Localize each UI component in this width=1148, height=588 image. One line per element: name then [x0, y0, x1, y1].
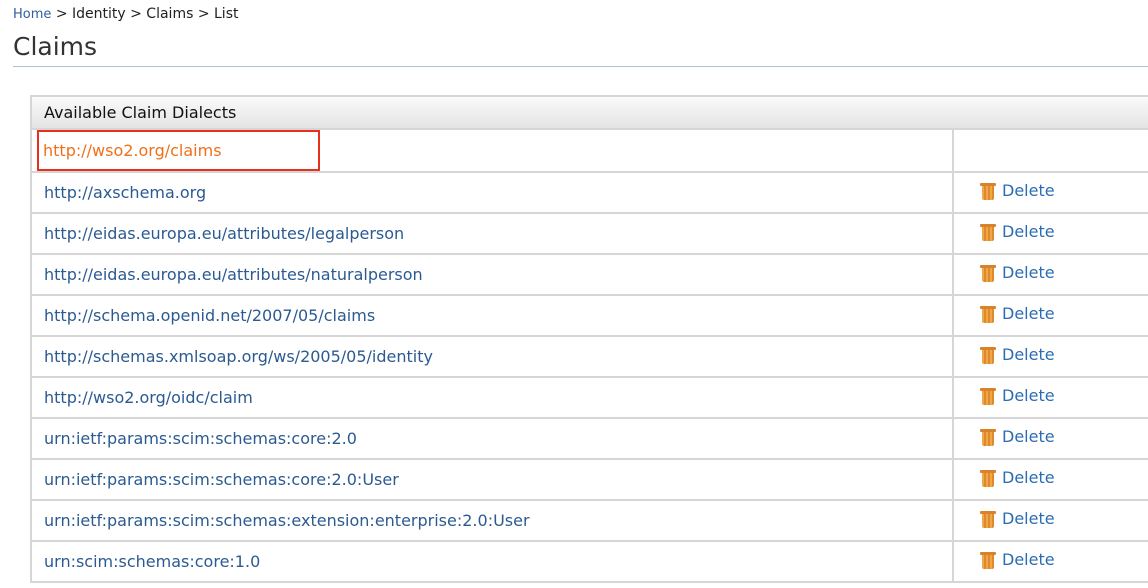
action-cell: Delete — [952, 171, 1148, 214]
table-row: urn:ietf:params:scim:schemas:core:2.0:Us… — [30, 458, 1148, 501]
delete-label: Delete — [1002, 550, 1055, 569]
dialect-cell: urn:ietf:params:scim:schemas:core:2.0 — [30, 417, 954, 460]
dialect-link[interactable]: http://eidas.europa.eu/attributes/natura… — [44, 265, 423, 284]
dialect-link[interactable]: urn:ietf:params:scim:schemas:core:2.0 — [44, 429, 357, 448]
trash-icon — [980, 263, 996, 283]
delete-button[interactable]: Delete — [980, 345, 1055, 365]
table-row: http://eidas.europa.eu/attributes/legalp… — [30, 212, 1148, 255]
dialect-link[interactable]: http://wso2.org/oidc/claim — [44, 388, 253, 407]
delete-label: Delete — [1002, 263, 1055, 282]
delete-button[interactable]: Delete — [980, 509, 1055, 529]
dialect-link[interactable]: http://wso2.org/claims — [43, 141, 222, 160]
dialect-cell: http://eidas.europa.eu/attributes/legalp… — [30, 212, 954, 255]
dialect-cell: urn:ietf:params:scim:schemas:extension:e… — [30, 499, 954, 542]
dialect-cell: http://wso2.org/claims — [30, 128, 954, 173]
page-title: Claims — [13, 32, 98, 61]
dialect-link[interactable]: http://schemas.xmlsoap.org/ws/2005/05/id… — [44, 347, 433, 366]
delete-button[interactable]: Delete — [980, 468, 1055, 488]
trash-icon — [980, 181, 996, 201]
trash-icon — [980, 509, 996, 529]
delete-label: Delete — [1002, 386, 1055, 405]
delete-button[interactable]: Delete — [980, 427, 1055, 447]
delete-label: Delete — [1002, 427, 1055, 446]
table-header: Available Claim Dialects — [30, 95, 1148, 130]
action-cell: Delete — [952, 376, 1148, 419]
delete-button[interactable]: Delete — [980, 304, 1055, 324]
dialect-link[interactable]: urn:ietf:params:scim:schemas:core:2.0:Us… — [44, 470, 399, 489]
dialect-link[interactable]: urn:ietf:params:scim:schemas:extension:e… — [44, 511, 530, 530]
table-row: urn:scim:schemas:core:1.0 Delete — [30, 540, 1148, 583]
delete-label: Delete — [1002, 509, 1055, 528]
delete-button[interactable]: Delete — [980, 550, 1055, 570]
delete-button[interactable]: Delete — [980, 386, 1055, 406]
dialect-cell: http://schemas.xmlsoap.org/ws/2005/05/id… — [30, 335, 954, 378]
trash-icon — [980, 222, 996, 242]
dialect-cell: urn:ietf:params:scim:schemas:core:2.0:Us… — [30, 458, 954, 501]
dialect-link[interactable]: http://eidas.europa.eu/attributes/legalp… — [44, 224, 404, 243]
dialect-cell: http://axschema.org — [30, 171, 954, 214]
delete-button[interactable]: Delete — [980, 222, 1055, 242]
delete-label: Delete — [1002, 468, 1055, 487]
trash-icon — [980, 550, 996, 570]
table-row: http://eidas.europa.eu/attributes/natura… — [30, 253, 1148, 296]
dialect-cell: http://wso2.org/oidc/claim — [30, 376, 954, 419]
action-cell: Delete — [952, 458, 1148, 501]
dialect-link[interactable]: http://axschema.org — [44, 183, 206, 202]
action-cell: Delete — [952, 253, 1148, 296]
table-row: http://axschema.org Delete — [30, 171, 1148, 214]
delete-label: Delete — [1002, 222, 1055, 241]
trash-icon — [980, 304, 996, 324]
table-row: urn:ietf:params:scim:schemas:extension:e… — [30, 499, 1148, 542]
trash-icon — [980, 386, 996, 406]
action-cell: Delete — [952, 212, 1148, 255]
trash-icon — [980, 468, 996, 488]
title-divider — [13, 66, 1148, 67]
action-cell: Delete — [952, 499, 1148, 542]
table-row: http://wso2.org/oidc/claim Delete — [30, 376, 1148, 419]
dialect-cell: http://eidas.europa.eu/attributes/natura… — [30, 253, 954, 296]
action-cell: Delete — [952, 335, 1148, 378]
delete-button[interactable]: Delete — [980, 263, 1055, 283]
table-row: http://schema.openid.net/2007/05/claims D… — [30, 294, 1148, 337]
highlight-box: http://wso2.org/claims — [37, 130, 320, 171]
breadcrumb-path: > Identity > Claims > List — [51, 6, 239, 22]
action-cell: Delete — [952, 294, 1148, 337]
dialect-link[interactable]: urn:scim:schemas:core:1.0 — [44, 552, 260, 571]
trash-icon — [980, 345, 996, 365]
claim-dialects-table: Available Claim Dialects http://wso2.org… — [30, 95, 1148, 583]
dialect-cell: http://schema.openid.net/2007/05/claims — [30, 294, 954, 337]
delete-label: Delete — [1002, 304, 1055, 323]
table-row: http://schemas.xmlsoap.org/ws/2005/05/id… — [30, 335, 1148, 378]
action-cell: Delete — [952, 417, 1148, 460]
delete-label: Delete — [1002, 181, 1055, 200]
delete-label: Delete — [1002, 345, 1055, 364]
delete-button[interactable]: Delete — [980, 181, 1055, 201]
action-cell — [952, 128, 1148, 173]
dialect-link[interactable]: http://schema.openid.net/2007/05/claims — [44, 306, 375, 325]
table-row: http://wso2.org/claims — [30, 128, 1148, 173]
action-cell: Delete — [952, 540, 1148, 583]
dialect-cell: urn:scim:schemas:core:1.0 — [30, 540, 954, 583]
breadcrumb-home-link[interactable]: Home — [13, 7, 51, 22]
table-row: urn:ietf:params:scim:schemas:core:2.0 Del… — [30, 417, 1148, 460]
breadcrumb: Home > Identity > Claims > List — [13, 6, 238, 22]
trash-icon — [980, 427, 996, 447]
